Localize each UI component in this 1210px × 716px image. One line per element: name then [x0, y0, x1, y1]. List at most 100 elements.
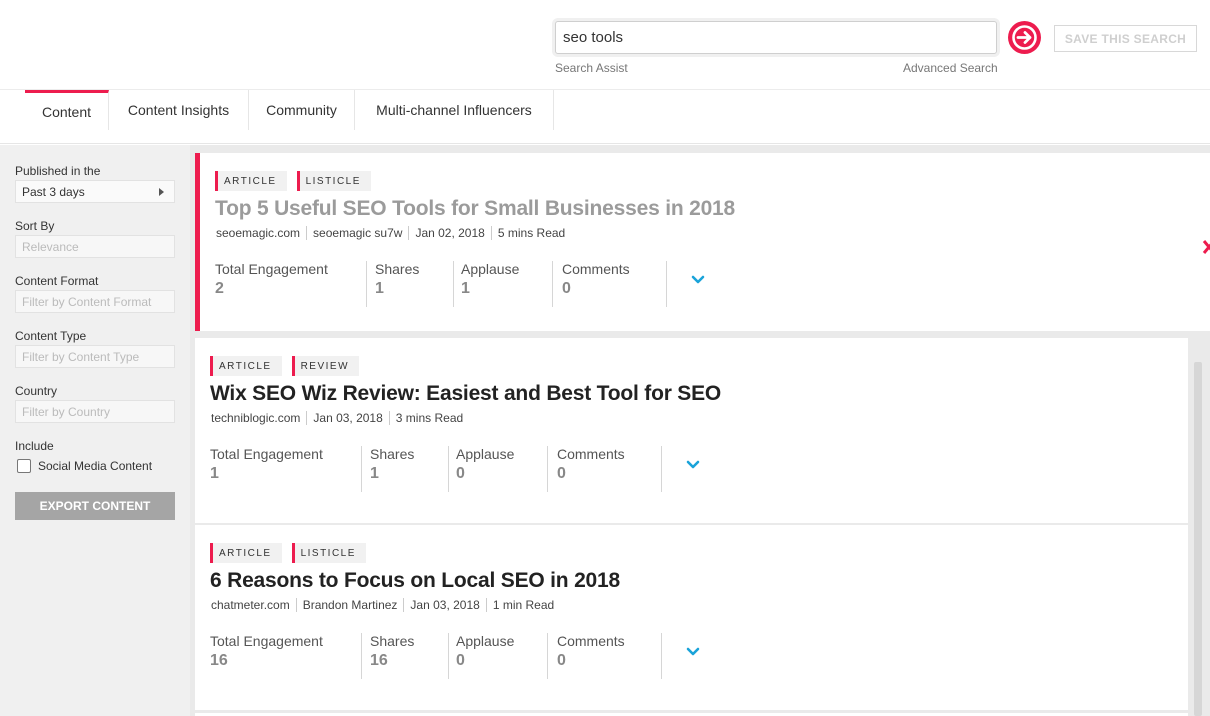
- content-type-input[interactable]: Filter by Content Type: [15, 345, 175, 368]
- search-assist-link[interactable]: Search Assist: [555, 61, 628, 75]
- advanced-search-link[interactable]: Advanced Search: [903, 61, 998, 75]
- tag-list: ARTICLE LISTICLE: [210, 543, 366, 563]
- tag-badge[interactable]: ARTICLE: [210, 543, 282, 563]
- tag-badge[interactable]: REVIEW: [291, 356, 360, 376]
- filter-sidebar: Published in the Past 3 days Sort By Rel…: [0, 145, 190, 716]
- close-icon[interactable]: [1201, 237, 1210, 257]
- search-submit-button[interactable]: [1008, 21, 1041, 54]
- stat-value: 0: [557, 465, 566, 482]
- arrow-right-icon: [1012, 25, 1037, 50]
- result-domain[interactable]: seoemagic.com: [216, 226, 306, 240]
- stat-label: Comments: [562, 261, 630, 277]
- content-format-label: Content Format: [15, 274, 99, 288]
- export-content-button[interactable]: EXPORT CONTENT: [15, 492, 175, 520]
- stat-label: Shares: [375, 261, 420, 277]
- caret-right-icon: [159, 187, 164, 196]
- published-select[interactable]: Past 3 days: [15, 180, 175, 203]
- stat-label: Comments: [557, 633, 625, 649]
- tag-badge[interactable]: ARTICLE: [215, 171, 287, 191]
- stat-value: 0: [456, 652, 465, 669]
- tab-community[interactable]: Community: [249, 90, 355, 130]
- result-card[interactable]: ARTICLE LISTICLE 6 Reasons to Focus on L…: [195, 525, 1188, 710]
- result-title[interactable]: Top 5 Useful SEO Tools for Small Busines…: [215, 197, 735, 221]
- stat-applause: Applause 1: [461, 261, 553, 307]
- stat-comments: Comments 0: [562, 261, 667, 307]
- stat-engagement: Total Engagement 2: [215, 261, 367, 307]
- result-domain[interactable]: techniblogic.com: [211, 411, 306, 425]
- stat-value: 0: [557, 652, 566, 669]
- result-read-time: 5 mins Read: [490, 226, 571, 240]
- chevron-down-icon[interactable]: [691, 273, 705, 287]
- stat-label: Applause: [456, 446, 515, 462]
- save-search-button[interactable]: SAVE THIS SEARCH: [1054, 25, 1197, 52]
- stat-comments: Comments 0: [557, 633, 662, 679]
- result-date: Jan 03, 2018: [306, 411, 388, 425]
- stat-value: 16: [370, 652, 388, 669]
- result-read-time: 3 mins Read: [388, 411, 469, 425]
- sort-label: Sort By: [15, 219, 55, 233]
- stat-label: Total Engagement: [210, 446, 323, 462]
- stat-engagement: Total Engagement 16: [210, 633, 362, 679]
- content-format-input[interactable]: Filter by Content Format: [15, 290, 175, 313]
- country-input[interactable]: Filter by Country: [15, 400, 175, 423]
- country-label: Country: [15, 384, 58, 398]
- result-meta: chatmeter.com Brandon Martinez Jan 03, 2…: [211, 598, 560, 612]
- published-label: Published in the: [15, 164, 101, 178]
- result-card[interactable]: ARTICLE REVIEW Wix SEO Wiz Review: Easie…: [195, 338, 1188, 523]
- result-domain[interactable]: chatmeter.com: [211, 598, 296, 612]
- published-value: Past 3 days: [22, 184, 85, 199]
- header: Search Assist Advanced Search SAVE THIS …: [0, 0, 1210, 90]
- stat-value: 1: [210, 465, 219, 482]
- result-title[interactable]: Wix SEO Wiz Review: Easiest and Best Too…: [210, 382, 721, 406]
- tab-content[interactable]: Content: [25, 90, 109, 130]
- tag-list: ARTICLE LISTICLE: [215, 171, 371, 191]
- stat-comments: Comments 0: [557, 446, 662, 492]
- social-media-label: Social Media Content: [38, 459, 153, 473]
- stat-value: 1: [370, 465, 379, 482]
- stat-shares: Shares 16: [370, 633, 449, 679]
- search-box[interactable]: [555, 21, 997, 54]
- result-meta: seoemagic.com seoemagic su7w Jan 02, 201…: [216, 226, 571, 240]
- scrollbar-thumb[interactable]: [1194, 362, 1202, 716]
- stat-label: Applause: [461, 261, 520, 277]
- stat-engagement: Total Engagement 1: [210, 446, 362, 492]
- stat-value: 0: [562, 280, 571, 297]
- chevron-down-icon[interactable]: [686, 645, 700, 659]
- tag-badge[interactable]: LISTICLE: [291, 543, 366, 563]
- results-list: ARTICLE LISTICLE Top 5 Useful SEO Tools …: [190, 145, 1210, 716]
- social-media-option[interactable]: Social Media Content: [17, 459, 152, 473]
- stat-shares: Shares 1: [370, 446, 449, 492]
- stat-value: 0: [456, 465, 465, 482]
- result-read-time: 1 min Read: [485, 598, 560, 612]
- stat-label: Shares: [370, 633, 415, 649]
- stat-value: 1: [375, 280, 384, 297]
- chevron-down-icon[interactable]: [686, 458, 700, 472]
- result-meta: techniblogic.com Jan 03, 2018 3 mins Rea…: [211, 411, 469, 425]
- sort-select[interactable]: Relevance: [15, 235, 175, 258]
- stat-applause: Applause 0: [456, 633, 548, 679]
- stat-shares: Shares 1: [375, 261, 454, 307]
- stat-label: Total Engagement: [215, 261, 328, 277]
- tab-content-insights[interactable]: Content Insights: [109, 90, 249, 130]
- stat-label: Applause: [456, 633, 515, 649]
- stat-label: Total Engagement: [210, 633, 323, 649]
- tag-badge[interactable]: ARTICLE: [210, 356, 282, 376]
- result-date: Jan 03, 2018: [403, 598, 485, 612]
- stat-label: Shares: [370, 446, 415, 462]
- result-date: Jan 02, 2018: [408, 226, 490, 240]
- stat-value: 2: [215, 280, 224, 297]
- result-author[interactable]: seoemagic su7w: [306, 226, 408, 240]
- stat-value: 1: [461, 280, 470, 297]
- result-card[interactable]: ARTICLE LISTICLE Top 5 Useful SEO Tools …: [195, 153, 1210, 331]
- stat-label: Comments: [557, 446, 625, 462]
- tag-badge[interactable]: LISTICLE: [296, 171, 371, 191]
- content-type-label: Content Type: [15, 329, 87, 343]
- tab-multi-channel-influencers[interactable]: Multi-channel Influencers: [355, 90, 554, 130]
- include-label: Include: [15, 439, 54, 453]
- result-author[interactable]: Brandon Martinez: [295, 598, 404, 612]
- tab-bar: Content Content Insights Community Multi…: [0, 90, 1210, 144]
- social-media-checkbox[interactable]: [17, 459, 31, 473]
- stat-value: 16: [210, 652, 228, 669]
- search-input[interactable]: [556, 22, 996, 53]
- result-title[interactable]: 6 Reasons to Focus on Local SEO in 2018: [210, 569, 620, 593]
